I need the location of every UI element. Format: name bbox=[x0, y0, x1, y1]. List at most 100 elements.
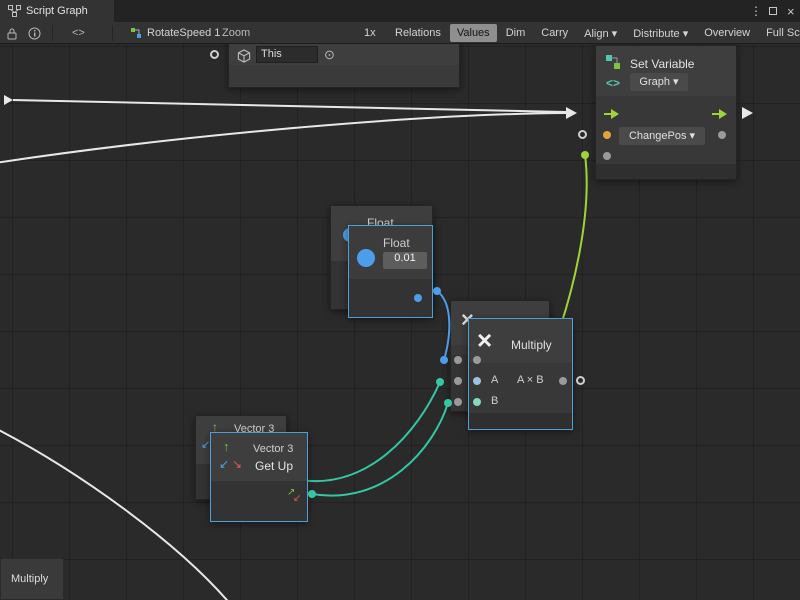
result-label: A × B bbox=[517, 374, 544, 386]
graph-kind-label: Graph bbox=[639, 76, 670, 88]
variable-name-dropdown[interactable]: ChangePos ▾ bbox=[619, 127, 705, 145]
toolbar-separator bbox=[52, 25, 53, 41]
offscreen-flow-out-arrow[interactable] bbox=[4, 95, 13, 105]
set-variable-value-in-port[interactable] bbox=[581, 151, 589, 159]
set-variable-node[interactable]: Set Variable <> Graph ▾ ChangePos ▾ bbox=[595, 45, 737, 180]
this-label: This bbox=[261, 48, 282, 60]
cube-icon bbox=[237, 49, 251, 63]
carry-button[interactable]: Carry bbox=[534, 24, 575, 42]
align-dropdown-button[interactable]: Align ▾ bbox=[577, 24, 624, 43]
toolbar-separator bbox=[112, 25, 113, 41]
multiply-x-icon: × bbox=[477, 325, 492, 356]
tab-strip: Script Graph ⋮ × bbox=[0, 0, 800, 22]
float-value: 0.01 bbox=[394, 252, 415, 264]
node-title: Vector 3 bbox=[253, 443, 293, 455]
multiply-input-b-port[interactable] bbox=[473, 398, 481, 406]
down-left-arrow-icon: ↙ bbox=[219, 458, 229, 470]
graph-breadcrumb[interactable]: RotateSpeed 1 bbox=[130, 22, 220, 44]
multiply-back-port[interactable] bbox=[454, 377, 462, 385]
node-body bbox=[229, 65, 459, 87]
flow-in-port[interactable] bbox=[604, 108, 620, 120]
node-title: Set Variable bbox=[630, 57, 694, 71]
overview-button[interactable]: Overview bbox=[697, 24, 757, 42]
variable-port[interactable] bbox=[603, 131, 611, 139]
node-header: Set Variable <> Graph ▾ bbox=[596, 46, 736, 96]
target-icon[interactable]: ⊙ bbox=[324, 48, 335, 61]
variable-out-port[interactable] bbox=[718, 131, 726, 139]
node-title: Multiply bbox=[511, 338, 552, 352]
window-close-button[interactable]: × bbox=[787, 0, 795, 22]
info-icon bbox=[28, 27, 41, 40]
graph-kind-dropdown[interactable]: Graph ▾ bbox=[630, 73, 688, 91]
chevron-down-icon: ▾ bbox=[690, 130, 696, 142]
variable-name-label: ChangePos bbox=[629, 130, 687, 142]
graph-code-icon: <> bbox=[606, 77, 620, 89]
wire-end-teal-upper[interactable] bbox=[436, 378, 444, 386]
close-icon: × bbox=[787, 4, 795, 19]
this-input-port[interactable] bbox=[210, 50, 219, 59]
status-tooltip-label: Multiply bbox=[11, 573, 48, 585]
graph-toolbar: <> RotateSpeed 1 Zoom 1x Relations Value… bbox=[0, 22, 800, 44]
lock-icon bbox=[6, 27, 18, 40]
window-menu-button[interactable]: ⋮ bbox=[750, 0, 762, 22]
value-port[interactable] bbox=[603, 152, 611, 160]
multiply-back-port[interactable] bbox=[454, 398, 462, 406]
wire-end-teal-lower[interactable] bbox=[444, 399, 452, 407]
control-wire-lower[interactable] bbox=[13, 100, 566, 112]
multiply-result-port[interactable] bbox=[559, 377, 567, 385]
float-node[interactable]: Float 0.01 bbox=[348, 225, 433, 318]
wire-end-blue[interactable] bbox=[440, 356, 448, 364]
get-up-node[interactable]: ↑ ↙ ↘ Vector 3 Get Up ↗ ↙ bbox=[210, 432, 308, 522]
dim-button[interactable]: Dim bbox=[499, 24, 533, 42]
input-b-label: B bbox=[491, 395, 498, 407]
get-up-output-port[interactable] bbox=[308, 490, 316, 498]
values-button[interactable]: Values bbox=[450, 24, 497, 42]
float-back-output-port[interactable] bbox=[433, 287, 441, 295]
info-button[interactable] bbox=[28, 22, 41, 44]
vector-out-type-icon: ↙ bbox=[293, 494, 301, 504]
zoom-value: 1x bbox=[364, 22, 376, 44]
window-restore-button[interactable] bbox=[769, 0, 777, 22]
fullscreen-button[interactable]: Full Screen bbox=[759, 24, 800, 42]
lock-button[interactable] bbox=[6, 22, 18, 44]
set-variable-flow-in-arrow[interactable] bbox=[566, 107, 577, 119]
node-footer bbox=[469, 413, 572, 429]
node-title: Float bbox=[383, 236, 410, 250]
macro-icon bbox=[130, 27, 142, 39]
this-object-field[interactable]: This bbox=[256, 46, 318, 63]
toolbar-buttons: Relations Values Dim Carry Align ▾ Distr… bbox=[388, 22, 800, 44]
chevron-down-icon: ▾ bbox=[673, 76, 679, 88]
set-variable-flow-out-arrow[interactable] bbox=[742, 107, 753, 119]
status-tooltip: Multiply bbox=[0, 558, 64, 600]
set-variable-unconnected-port[interactable] bbox=[578, 130, 587, 139]
node-header: ↑ ↙ ↘ Vector 3 Get Up bbox=[211, 433, 307, 483]
multiply-extra-port[interactable] bbox=[473, 356, 481, 364]
value-wire-teal-2[interactable] bbox=[300, 382, 440, 481]
multiply-output-port[interactable] bbox=[576, 376, 585, 385]
flow-out-port[interactable] bbox=[712, 108, 728, 120]
multiply-node[interactable]: × Multiply A A × B B bbox=[468, 318, 573, 430]
value-wire-blue[interactable] bbox=[437, 291, 449, 360]
node-header: × Multiply bbox=[469, 319, 572, 363]
graph-tab-icon bbox=[8, 5, 21, 17]
node-footer bbox=[596, 164, 736, 179]
float-value-input[interactable]: 0.01 bbox=[383, 252, 427, 269]
set-variable-icon bbox=[605, 54, 621, 70]
code-view-toggle[interactable]: <> bbox=[72, 22, 85, 44]
distribute-dropdown-button[interactable]: Distribute ▾ bbox=[626, 24, 695, 43]
graph-name: RotateSpeed 1 bbox=[147, 27, 220, 39]
relations-button[interactable]: Relations bbox=[388, 24, 448, 42]
node-header: Float 0.01 bbox=[349, 226, 432, 281]
graph-canvas[interactable]: Float × ↑ ↙ Vector 3 bbox=[0, 44, 800, 600]
value-wire-green[interactable] bbox=[560, 155, 587, 328]
tab-script-graph[interactable]: Script Graph bbox=[0, 0, 114, 22]
this-node[interactable]: This ⊙ bbox=[228, 44, 460, 88]
value-wire-teal-1[interactable] bbox=[312, 403, 448, 496]
float-output-port[interactable] bbox=[414, 294, 422, 302]
tab-title: Script Graph bbox=[26, 5, 88, 17]
multiply-back-port[interactable] bbox=[454, 356, 462, 364]
node-header: This ⊙ bbox=[229, 44, 459, 67]
multiply-input-a-port[interactable] bbox=[473, 377, 481, 385]
kebab-menu-icon: ⋮ bbox=[750, 4, 762, 18]
control-wire-upper[interactable] bbox=[0, 113, 566, 163]
